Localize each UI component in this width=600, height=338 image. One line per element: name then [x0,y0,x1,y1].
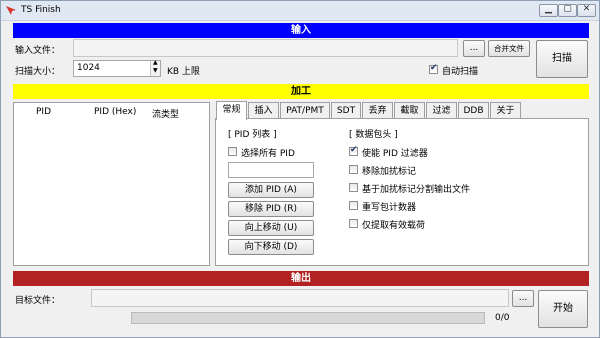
maximize-button[interactable]: ▢ [558,4,577,17]
payload-only-label: 仅提取有效载荷 [362,221,426,231]
pid-hex-column-header[interactable]: PID (Hex) [94,107,136,117]
spin-up-icon[interactable]: ▲ [153,59,158,66]
close-icon: ✕ [582,4,591,14]
input-file-label: 输入文件： [15,46,61,56]
scan-size-value: 1024 [77,63,100,73]
target-file-label: 目标文件： [15,296,61,306]
browse-button-label: ... [469,43,479,53]
split-by-scramble-label: 基于加扰标记分割输出文件 [362,185,471,195]
app-window: TS Finish ▁ ▢ ✕ 输入 输入文件： ... 合并文件 扫描 扫描大… [0,0,600,338]
remove-pid-button[interactable]: 移除 PID (R) [228,201,314,217]
tab-cut[interactable]: 截取 [394,102,425,119]
select-all-pid-label: 选择所有 PID [241,149,295,159]
minimize-button[interactable]: ▁ [539,4,558,17]
merge-files-button[interactable]: 合并文件 [488,40,530,57]
title-bar[interactable]: TS Finish ▁ ▢ ✕ [1,1,599,21]
tab-about[interactable]: 关于 [490,102,521,119]
tab-general[interactable]: 常规 [216,101,247,120]
start-button[interactable]: 开始 [538,290,588,328]
enable-pid-filter-label: 使能 PID 过滤器 [362,149,428,159]
input-browse-button[interactable]: ... [463,40,485,57]
tab-ddb[interactable]: DDB [458,102,489,119]
auto-scan-checkbox[interactable] [429,63,438,74]
input-file-field[interactable] [73,39,458,57]
app-logo-icon [6,6,16,15]
scan-size-spinner[interactable]: ▲ ▼ [150,59,160,76]
tab-insert[interactable]: 插入 [248,102,279,119]
spin-down-icon[interactable]: ▼ [153,67,158,74]
progress-text: 0/0 [495,313,510,323]
pid-input[interactable] [228,162,314,178]
move-up-button[interactable]: 向上移动 (U) [228,220,314,236]
scan-size-label: 扫描大小： [15,67,61,77]
select-all-pid-checkbox[interactable] [228,147,237,156]
payload-only-checkbox[interactable] [349,219,358,228]
close-button[interactable]: ✕ [577,4,596,17]
general-tab-panel: [ PID 列表 ] 选择所有 PID 添加 PID (A) 移除 PID (R… [215,118,589,266]
rewrite-counter-checkbox[interactable] [349,201,358,210]
scan-button-label: 扫描 [552,53,572,64]
pid-list[interactable]: PID PID (Hex) 流类型 [13,102,210,266]
auto-scan-label: 自动扫描 [442,67,479,77]
start-button-label: 开始 [553,303,573,314]
scan-size-unit: KB 上限 [167,67,200,77]
pid-column-header[interactable]: PID [36,107,51,117]
split-by-scramble-checkbox[interactable] [349,183,358,192]
window-title: TS Finish [21,5,61,15]
merge-button-label: 合并文件 [494,44,524,53]
output-banner: 输出 [13,271,589,286]
tab-filter[interactable]: 过滤 [426,102,457,119]
add-pid-button[interactable]: 添加 PID (A) [228,182,314,198]
enable-pid-filter-checkbox[interactable] [349,145,358,156]
tab-discard[interactable]: 丢弃 [362,102,393,119]
tab-pat-pmt[interactable]: PAT/PMT [280,102,330,119]
target-browse-button[interactable]: ... [512,290,534,307]
target-browse-label: ... [518,293,528,303]
rewrite-counter-label: 重写包计数器 [362,203,417,213]
minimize-icon: ▁ [545,4,552,14]
target-file-field[interactable] [91,289,509,307]
remove-scramble-flag-label: 移除加扰标记 [362,167,417,177]
scan-button[interactable]: 扫描 [536,40,588,78]
progress-bar [131,312,485,324]
scan-size-input[interactable]: 1024 ▲ ▼ [73,59,161,77]
stream-type-column-header[interactable]: 流类型 [152,107,179,120]
remove-scramble-flag-checkbox[interactable] [349,165,358,174]
process-banner: 加工 [13,84,589,99]
tab-sdt[interactable]: SDT [331,102,361,119]
move-down-button[interactable]: 向下移动 (D) [228,239,314,255]
pid-list-title: [ PID 列表 ] [228,130,277,140]
packet-header-title: [ 数据包头 ] [349,130,398,140]
input-banner: 输入 [13,23,589,38]
maximize-icon: ▢ [563,4,572,14]
